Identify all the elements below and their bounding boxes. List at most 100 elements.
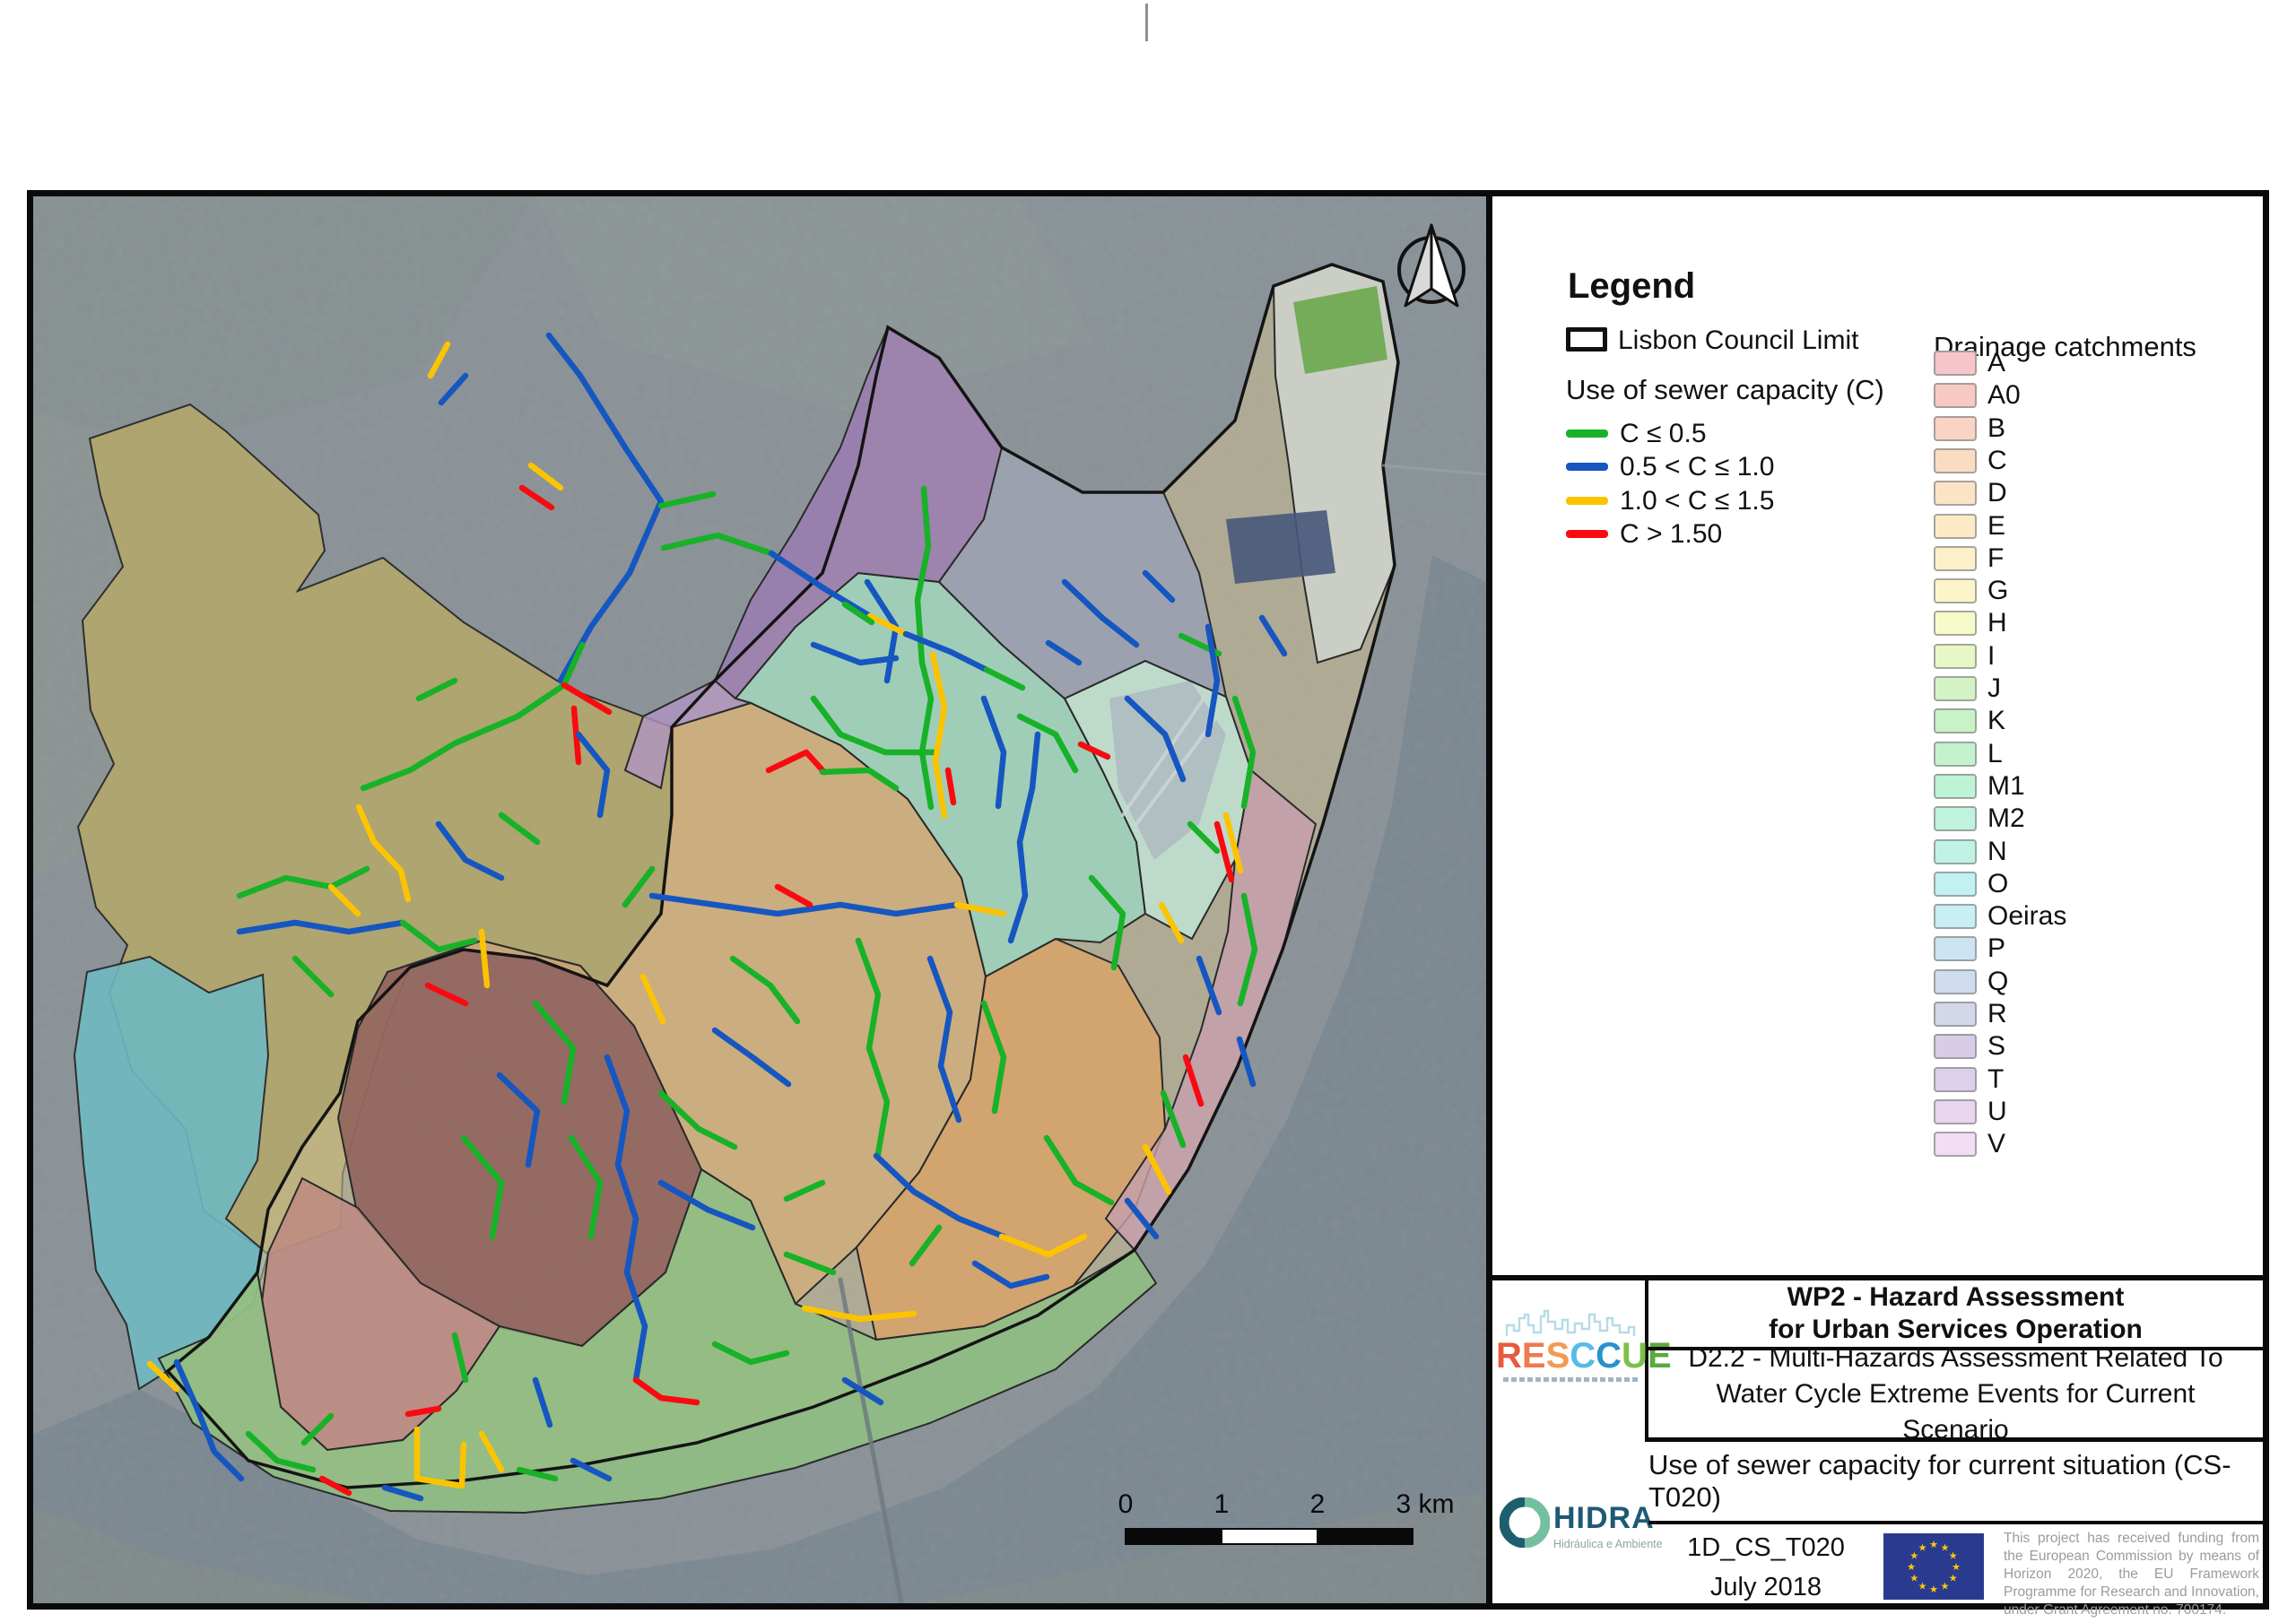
sewer-class-label: 1.0 < C ≤ 1.5: [1620, 485, 1775, 516]
deliverable-cell: D2.2 - Multi-Hazards Assessment Related …: [1648, 1343, 2263, 1445]
catchment-label: P: [1987, 933, 2006, 964]
sewer-class-swatch: [1566, 529, 1608, 538]
resccue-letter: S: [1545, 1336, 1570, 1376]
code-date-box: 1D_CS_T020 July 2018: [1648, 1524, 1883, 1603]
wp-title-line1: WP2 - Hazard Assessment: [1787, 1282, 2125, 1312]
sewer-capacity-section-title: Use of sewer capacity (C): [1566, 374, 1884, 405]
catchment-swatch: [1934, 904, 1977, 930]
resccue-logo-cell: RESCCUE: [1492, 1280, 1672, 1442]
catchment-swatch: [1934, 1034, 1977, 1060]
resccue-letter: C: [1596, 1336, 1622, 1376]
map-date: July 2018: [1709, 1573, 1822, 1601]
hidra-text: HIDRA Hidráulica e Ambiente: [1553, 1501, 1663, 1550]
eu-flag-star: ★: [1918, 1582, 1927, 1593]
scale-bar-label: 3 km: [1396, 1489, 1454, 1519]
catchment-swatch: [1934, 676, 1977, 701]
title-block: RESCCUE HIDRA Hidráulica e Ambiente WP2 …: [1492, 1275, 2263, 1618]
sewer-class-label: C > 1.50: [1620, 518, 1723, 549]
catchment-swatch: [1934, 968, 1977, 994]
catchment-swatch: [1934, 1132, 1977, 1158]
catchment-label: N: [1987, 836, 2007, 866]
eu-flag-star: ★: [1949, 1574, 1958, 1584]
council-limit-symbol: [1566, 327, 1607, 352]
eu-flag-star: ★: [1941, 1582, 1950, 1593]
catchment-label: B: [1987, 412, 2006, 443]
hidra-tagline: Hidráulica e Ambiente: [1553, 1538, 1663, 1550]
catchment-swatch: [1934, 871, 1977, 897]
catchment-swatch: [1934, 643, 1977, 669]
olivais-dock: [1226, 510, 1335, 584]
hidra-logo-cell: HIDRA Hidráulica e Ambiente: [1492, 1442, 1663, 1603]
sewer-class-swatch: [1566, 463, 1608, 472]
resccue-letter: R: [1496, 1336, 1522, 1376]
scale-bar-label: 2: [1310, 1489, 1326, 1519]
catchment-swatch: [1934, 415, 1977, 441]
catchment-swatch: [1934, 481, 1977, 507]
legend-title: Legend: [1568, 266, 1696, 306]
deliverable-title: D2.2 - Multi-Hazards Assessment Related …: [1688, 1342, 2223, 1445]
map-canvas: 0 1 2 3 km: [33, 196, 1492, 1603]
catchment-label: J: [1987, 673, 2001, 703]
catchment-label: Oeiras: [1987, 901, 2067, 932]
catchment-swatch: [1934, 611, 1977, 637]
resccue-skyline-icon: [1505, 1309, 1636, 1336]
catchment-swatch: [1934, 578, 1977, 604]
eu-flag-star: ★: [1949, 1551, 1958, 1562]
map-sheet: 0 1 2 3 km Legend Lisbon Council Limit Use …: [0, 0, 2296, 1623]
catchment-swatch: [1934, 545, 1977, 571]
layout-frame: 0 1 2 3 km Legend Lisbon Council Limit Use …: [27, 190, 2269, 1618]
catchment-label: C: [1987, 445, 2007, 475]
sewer-class-label: 0.5 < C ≤ 1.0: [1620, 452, 1775, 482]
legend-panel: Legend Lisbon Council Limit Use of sewer…: [1492, 196, 2263, 1618]
catchment-label: K: [1987, 706, 2006, 736]
resccue-wordmark: RESCCUE: [1496, 1336, 1672, 1376]
catchment-label: Q: [1987, 966, 2009, 996]
catchment-label: H: [1987, 608, 2007, 638]
code-date-funding-cell: 1D_CS_T020 July 2018 ★ ★ ★ ★ ★ ★ ★ ★ ★ ★ ★ ★ This p…: [1648, 1524, 2263, 1618]
eu-flag-star: ★: [1929, 1584, 1938, 1595]
catchment-label: M2: [1987, 803, 2025, 834]
council-limit-label: Lisbon Council Limit: [1618, 325, 1859, 355]
funding-text: This project has received funding from t…: [2004, 1531, 2259, 1618]
catchment-swatch: [1934, 1066, 1977, 1092]
catchment-swatch: [1934, 773, 1977, 799]
scale-bar-label: 0: [1118, 1489, 1134, 1519]
catchment-label: D: [1987, 478, 2007, 508]
catchment-label: I: [1987, 640, 1996, 671]
cursor-artifact: [1145, 4, 1148, 41]
resccue-letter: U: [1622, 1336, 1648, 1376]
catchment-label: V: [1987, 1129, 2006, 1159]
catchment-label: M1: [1987, 770, 2025, 801]
sewer-class-label: C ≤ 0.5: [1620, 419, 1707, 448]
catchment-swatch: [1934, 838, 1977, 864]
eu-flag-star: ★: [1918, 1542, 1927, 1553]
map-code: 1D_CS_T020: [1687, 1533, 1845, 1562]
catchment-label: R: [1987, 999, 2007, 1028]
resccue-tagline-strip: [1503, 1377, 1638, 1382]
resccue-logo: RESCCUE: [1496, 1306, 1672, 1382]
catchment-label: E: [1987, 510, 2006, 541]
catchment-label: U: [1987, 1096, 2007, 1126]
map-title-cell: Use of sewer capacity for current situat…: [1648, 1442, 2263, 1524]
catchment-label: G: [1987, 576, 2009, 606]
catchment-swatch: [1934, 383, 1977, 409]
eu-flag-star: ★: [1907, 1562, 1916, 1573]
eu-flag-star: ★: [1929, 1540, 1938, 1550]
catchment-label: L: [1987, 738, 2003, 768]
catchment-swatch: [1934, 1098, 1977, 1124]
catchment-label: S: [1987, 1031, 2006, 1062]
eu-flag-star: ★: [1909, 1574, 1918, 1584]
catchment-swatch: [1934, 513, 1977, 539]
sewer-class-swatch: [1566, 430, 1608, 438]
catchment-swatch: [1934, 447, 1977, 473]
catchment-swatch: [1934, 1002, 1977, 1027]
resccue-letter: C: [1570, 1336, 1596, 1376]
hidra-icon: [1500, 1497, 1550, 1548]
catchment-label: O: [1987, 868, 2009, 898]
sewer-class-swatch: [1566, 496, 1608, 505]
eu-flag-icon: ★ ★★★★★★★★★★★: [1883, 1533, 1984, 1600]
hidra-name: HIDRA: [1553, 1501, 1655, 1535]
catchment-label: A0: [1987, 380, 2021, 411]
lisbon-map: 0 1 2 3 km: [33, 196, 1486, 1603]
resccue-letter: E: [1521, 1336, 1546, 1376]
